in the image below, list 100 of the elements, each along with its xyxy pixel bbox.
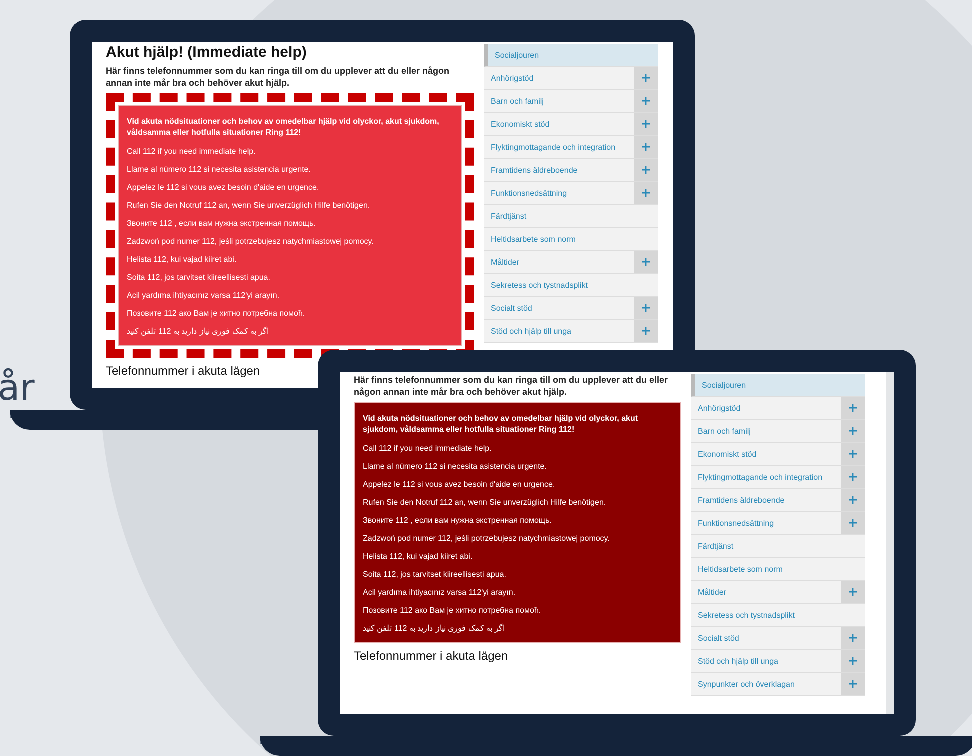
section-heading: Telefonnummer i akuta lägen: [354, 649, 510, 663]
expand-button[interactable]: [841, 397, 865, 419]
scrollbar[interactable]: [886, 372, 894, 714]
expand-button[interactable]: [634, 67, 658, 89]
menu-item[interactable]: Heltidsarbete som norm: [484, 228, 658, 251]
plus-icon: [642, 97, 650, 105]
alert-line: Звоните 112 , если вам нужна экстренная помощь.: [127, 218, 317, 229]
expand-button[interactable]: [634, 113, 658, 135]
menu-label: Flyktingmottagande och integration: [490, 142, 617, 154]
alert-line: Appelez le 112 si vous avez besoin d'aide en urgence.: [363, 479, 556, 490]
plus-icon: [642, 327, 650, 335]
plus-icon: [849, 588, 857, 596]
menu-item[interactable]: Socialjouren: [691, 374, 865, 397]
alert-line: Helista 112, kui vajad kiiret abi.: [127, 254, 238, 265]
expand-button[interactable]: [841, 420, 865, 442]
plus-icon: [849, 519, 857, 527]
menu-label: Socialjouren: [701, 380, 748, 392]
menu-item[interactable]: Framtidens äldreboende: [691, 489, 865, 512]
menu-item[interactable]: Socialt stöd: [691, 627, 865, 650]
alert-line: Acil yardıma ihtiyacınız varsa 112'yi arayın.: [127, 290, 281, 301]
menu-item[interactable]: Funktionsnedsättning: [691, 512, 865, 535]
expand-button[interactable]: [841, 489, 865, 511]
menu-label: Synpunkter och överklagan: [697, 678, 796, 691]
menu-label: Socialjouren: [494, 50, 540, 62]
alert-line: Helista 112, kui vajad kiiret abi.: [363, 551, 474, 562]
expand-button[interactable]: [841, 627, 865, 649]
menu-label: Framtidens äldreboende: [490, 164, 579, 176]
menu-item[interactable]: Stöd och hjälp till unga: [691, 650, 865, 673]
plus-icon: [642, 166, 650, 174]
page-heading: Akut hjälp! (Immediate help): [106, 44, 308, 61]
expand-button[interactable]: [634, 182, 658, 204]
menu-item[interactable]: Anhörigstöd: [484, 67, 658, 90]
menu-item[interactable]: Flyktingmottagande och integration: [484, 136, 658, 159]
menu-item[interactable]: Färdtjänst: [691, 535, 865, 558]
menu-label: Socialt stöd: [490, 302, 534, 314]
intro-text: Här finns telefonnummer som du kan ringa till om du upplever att du eller någon annan inte mår bra och behöver akut hjälp.: [106, 65, 451, 89]
plus-icon: [849, 634, 857, 642]
menu-label: Anhörigstöd: [697, 402, 742, 415]
plus-icon: [849, 427, 857, 435]
menu-label: Ekonomiskt stöd: [490, 118, 551, 130]
expand-button[interactable]: [841, 443, 865, 465]
expand-button[interactable]: [634, 297, 658, 319]
alert-line: Llame al número 112 si necesita asistencia urgente.: [363, 461, 548, 472]
menu-item[interactable]: Barn och familj: [484, 90, 658, 113]
menu-item[interactable]: Funktionsnedsättning: [484, 182, 658, 205]
alert-lead: Vid akuta nödsituationer och behov av omedelbar hjälp vid olyckor, akut sjukdom, våldsamma eller hotfulla situationer Ring 112!: [363, 413, 640, 435]
menu-label: Socialt stöd: [697, 632, 740, 644]
expand-button[interactable]: [634, 159, 658, 181]
expand-button[interactable]: [634, 90, 658, 112]
menu-item[interactable]: Socialjouren: [484, 44, 658, 67]
section-heading: Telefonnummer i akuta lägen: [106, 364, 262, 378]
menu-item[interactable]: Ekonomiskt stöd: [691, 443, 865, 466]
alert-line: Llame al número 112 si necesita asistencia urgente.: [127, 164, 312, 175]
plus-icon: [642, 120, 650, 128]
alert-line: Zadzwoń pod numer 112, jeśli potrzebujesz natychmiastowej pomocy.: [363, 533, 611, 544]
menu-item[interactable]: Sekretess och tystnadsplikt: [484, 274, 658, 297]
menu-label: Barn och familj: [697, 426, 752, 438]
alert-line: Rufen Sie den Notruf 112 an, wenn Sie unverzüglich Hilfe benötigen.: [363, 497, 608, 508]
alert-line: Звоните 112 , если вам нужна экстренная помощь.: [363, 515, 553, 526]
menu-label: Stöd och hjälp till unga: [490, 326, 572, 338]
expand-button[interactable]: [634, 320, 658, 342]
menu-item[interactable]: Framtidens äldreboende: [484, 159, 658, 182]
menu-item[interactable]: Måltider: [484, 251, 658, 274]
plus-icon: [849, 680, 857, 688]
menu-item[interactable]: Sekretess och tystnadsplikt: [691, 604, 865, 627]
alert-line: Acil yardıma ihtiyacınız varsa 112'yi arayın.: [363, 587, 517, 598]
plus-icon: [849, 657, 857, 665]
alert-lead: Vid akuta nödsituationer och behov av omedelbar hjälp vid olyckor, akut sjukdom, våldsamma eller hotfulla situationer Ring 112!: [127, 116, 440, 138]
alert-line: Soita 112, jos tarvitset kiireellisesti apua.: [127, 272, 272, 283]
menu-item[interactable]: Måltider: [691, 581, 865, 604]
menu-item[interactable]: Stöd och hjälp till unga: [484, 320, 658, 343]
plus-icon: [642, 258, 650, 266]
menu-item[interactable]: Heltidsarbete som norm: [691, 558, 865, 581]
menu-item[interactable]: Anhörigstöd: [691, 397, 865, 420]
menu-item[interactable]: Socialt stöd: [484, 297, 658, 320]
plus-icon: [849, 473, 857, 481]
menu-item[interactable]: Flyktingmottagande och integration: [691, 466, 865, 489]
menu-item[interactable]: Ekonomiskt stöd: [484, 113, 658, 136]
plus-icon: [849, 404, 857, 412]
menu-item[interactable]: Färdtjänst: [484, 205, 658, 228]
menu-label: Anhörigstöd: [490, 72, 535, 85]
menu-item[interactable]: Barn och familj: [691, 420, 865, 443]
expand-button[interactable]: [841, 466, 865, 488]
plus-icon: [642, 74, 650, 82]
menu-label: Funktionsnedsättning: [697, 518, 776, 530]
alert-line: Call 112 if you need immediate help.: [363, 443, 493, 454]
expand-button[interactable]: [841, 512, 865, 534]
expand-button[interactable]: [841, 673, 865, 695]
plus-icon: [849, 496, 857, 504]
alert-line: Zadzwoń pod numer 112, jeśli potrzebujesz natychmiastowej pomocy.: [127, 236, 375, 247]
alert-line: اگر به کمک فوری نیاز دارید به 112 تلفن کنید: [363, 623, 506, 634]
expand-button[interactable]: [841, 650, 865, 672]
menu-item[interactable]: Synpunkter och överklagan: [691, 673, 865, 696]
expand-button[interactable]: [841, 581, 865, 603]
expand-button[interactable]: [634, 136, 658, 158]
plus-icon: [642, 189, 650, 197]
plus-icon: [642, 143, 650, 151]
alert-line: Rufen Sie den Notruf 112 an, wenn Sie unverzüglich Hilfe benötigen.: [127, 200, 372, 211]
alert-line: Call 112 if you need immediate help.: [127, 146, 257, 157]
expand-button[interactable]: [634, 251, 658, 273]
